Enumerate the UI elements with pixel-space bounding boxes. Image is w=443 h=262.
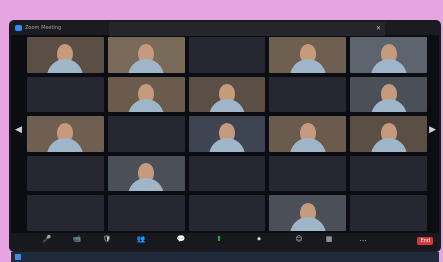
participant-body: [289, 59, 326, 73]
toolbar-record-button[interactable]: ⏺: [247, 235, 271, 243]
participant-tile[interactable]: [350, 155, 427, 192]
participant-body: [128, 98, 165, 113]
monitor-screen: Zoom Meeting ✕ ◀ ▶ End 🎤 📹 🛡 👥 💬 ⬆ ⏺ ☺ ▦ …: [11, 22, 439, 262]
toolbar-more-button[interactable]: …: [351, 235, 375, 243]
participant-tile[interactable]: [188, 76, 266, 113]
toolbar-microphone-button[interactable]: 🎤: [35, 235, 59, 243]
participant-body: [370, 138, 407, 152]
end-meeting-button[interactable]: End: [417, 237, 433, 245]
participant-tile[interactable]: [350, 116, 427, 152]
participant-tile[interactable]: [107, 116, 185, 152]
window-title: Zoom Meeting: [25, 25, 62, 31]
apps-icon: ▦: [325, 235, 333, 243]
participant-tile[interactable]: [269, 116, 347, 152]
participant-tile[interactable]: [188, 116, 266, 152]
participant-body: [128, 177, 165, 192]
previous-page-arrow-icon[interactable]: ◀: [15, 125, 22, 135]
participant-tile[interactable]: [350, 195, 427, 231]
start-icon[interactable]: [15, 254, 21, 260]
participants-icon: 👥: [136, 235, 146, 243]
microphone-icon: 🎤: [42, 235, 52, 243]
participant-tile[interactable]: [269, 37, 347, 73]
record-icon: ⏺: [257, 235, 261, 243]
gallery-grid: [27, 37, 427, 231]
next-page-arrow-icon[interactable]: ▶: [429, 125, 436, 135]
toolbar-share-screen-button[interactable]: ⬆: [207, 235, 231, 243]
participant-tile[interactable]: [350, 76, 427, 113]
participant-tile[interactable]: [27, 37, 104, 73]
participant-body: [47, 138, 84, 152]
toolbar-reactions-button[interactable]: ☺: [287, 235, 311, 243]
participant-body: [208, 138, 245, 152]
participant-tile[interactable]: [27, 195, 104, 231]
toolbar-video-button[interactable]: 📹: [65, 235, 89, 243]
participant-body: [289, 138, 326, 152]
participant-tile[interactable]: [188, 37, 266, 73]
participant-tile[interactable]: [188, 195, 266, 231]
participant-tile[interactable]: [269, 155, 347, 192]
close-icon[interactable]: ✕: [376, 25, 381, 32]
participant-tile[interactable]: [107, 76, 185, 113]
participant-body: [370, 59, 407, 73]
share-banner: ✕: [109, 22, 385, 36]
participant-tile[interactable]: [27, 76, 104, 113]
participant-tile[interactable]: [188, 155, 266, 192]
reactions-icon: ☺: [295, 235, 303, 243]
chat-icon: 💬: [176, 235, 186, 243]
toolbar-apps-button[interactable]: ▦: [317, 235, 341, 243]
participant-tile[interactable]: [107, 195, 185, 231]
meeting-toolbar: End 🎤 📹 🛡 👥 💬 ⬆ ⏺ ☺ ▦ …: [11, 233, 439, 250]
toolbar-security-button[interactable]: 🛡: [95, 235, 119, 243]
participant-body: [370, 98, 407, 113]
participant-tile[interactable]: [107, 37, 185, 73]
participant-tile[interactable]: [27, 155, 104, 192]
zoom-app-icon: [15, 25, 22, 31]
more-icon: …: [359, 235, 367, 243]
participant-body: [289, 217, 326, 231]
participant-tile[interactable]: [27, 116, 104, 152]
participant-body: [128, 59, 165, 73]
participant-body: [47, 59, 84, 73]
participant-tile[interactable]: [269, 195, 347, 231]
video-icon: 📹: [72, 235, 82, 243]
participant-tile[interactable]: [269, 76, 347, 113]
toolbar-participants-button[interactable]: 👥: [129, 235, 153, 243]
participant-body: [208, 98, 245, 113]
security-icon: 🛡: [102, 235, 112, 243]
share-screen-icon: ⬆: [216, 235, 222, 243]
participant-tile[interactable]: [350, 37, 427, 73]
toolbar-chat-button[interactable]: 💬: [169, 235, 193, 243]
participant-tile[interactable]: [107, 155, 185, 192]
